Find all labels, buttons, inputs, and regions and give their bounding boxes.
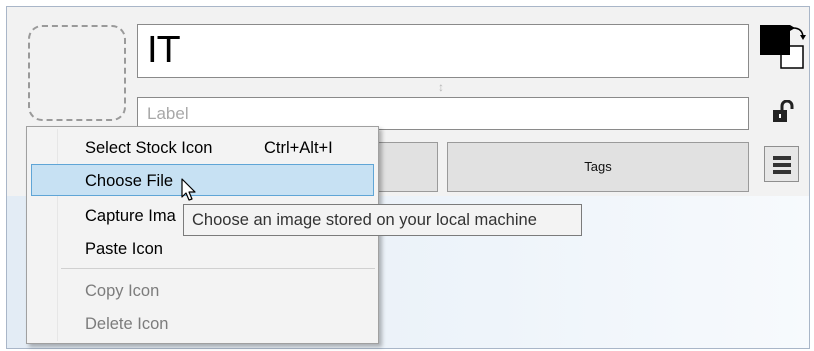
hamburger-menu-icon: [773, 163, 791, 167]
menu-item-delete-icon: Delete Icon: [31, 308, 374, 340]
hamburger-menu-icon: [773, 170, 791, 174]
tags-button[interactable]: Tags: [447, 142, 749, 192]
menu-item-select-stock-icon[interactable]: Select Stock Icon Ctrl+Alt+I: [31, 132, 374, 164]
menu-item-label: Delete Icon: [85, 315, 169, 333]
menu-item-choose-file[interactable]: Choose File: [31, 164, 374, 196]
hamburger-menu-icon: [773, 156, 791, 160]
menu-separator: [61, 268, 375, 269]
icon-drop-well[interactable]: [28, 25, 126, 121]
menu-item-label: Select Stock Icon: [85, 139, 213, 157]
menu-item-label: Paste Icon: [85, 240, 163, 258]
unlocked-padlock-icon[interactable]: [771, 99, 795, 124]
color-swap-icon[interactable]: [759, 24, 809, 74]
title-field[interactable]: IT: [137, 24, 749, 78]
label-input[interactable]: [147, 98, 748, 129]
menu-item-paste-icon[interactable]: Paste Icon: [31, 233, 374, 265]
hamburger-menu-button[interactable]: [764, 146, 799, 182]
mouse-pointer-icon: [180, 178, 202, 202]
choose-file-tooltip: Choose an image stored on your local mac…: [183, 204, 582, 236]
title-value: IT: [147, 30, 180, 71]
resize-grip-icon[interactable]: ↕: [436, 79, 446, 95]
menu-item-label: Choose File: [85, 172, 174, 190]
menu-item-label: Copy Icon: [85, 282, 160, 300]
menu-item-label: Capture Ima: [85, 207, 176, 225]
menu-item-shortcut: Ctrl+Alt+I: [264, 139, 333, 157]
menu-item-copy-icon: Copy Icon: [31, 275, 374, 307]
